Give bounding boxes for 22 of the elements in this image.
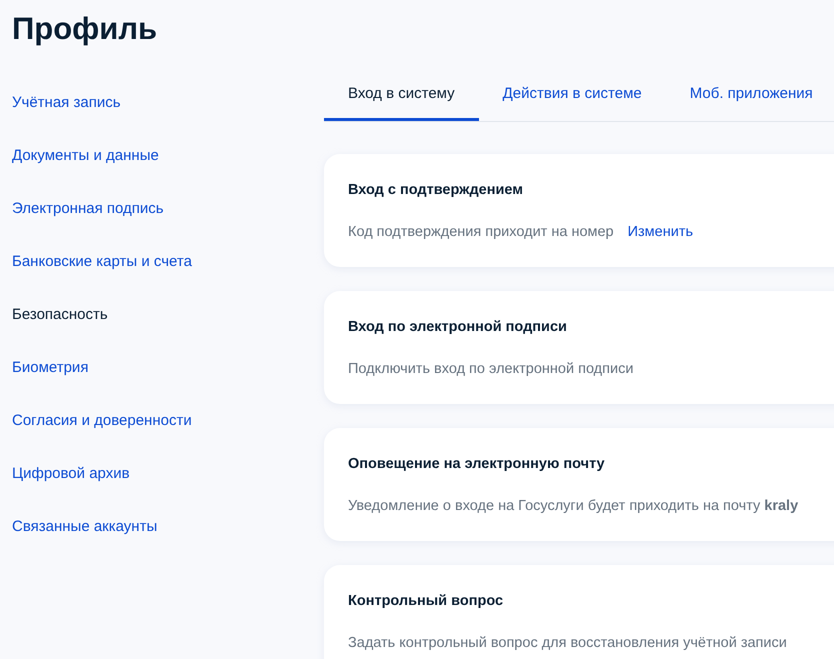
change-link[interactable]: Изменить [628, 222, 694, 244]
sidebar-item[interactable]: Безопасность [12, 300, 108, 353]
sidebar-item[interactable]: Цифровой архив [12, 459, 130, 512]
card-title: Оповещение на электронную почту [348, 455, 606, 474]
tab[interactable]: Моб. приложения [666, 71, 834, 121]
card-description: Подключить вход по электронной подписи [348, 360, 634, 379]
tab[interactable]: Действия в системе [478, 71, 666, 121]
sidebar-item[interactable]: Банковские карты и счета [12, 247, 192, 300]
sidebar-item[interactable]: Документы и данные [12, 141, 159, 194]
card-description: Код подтверждения приходит на номер [348, 222, 614, 242]
sidebar-item[interactable]: Биометрия [12, 353, 88, 406]
sidebar-item[interactable]: Электронная подпись [12, 194, 164, 247]
card-title: Вход с подтверждением [348, 181, 524, 200]
tab[interactable]: Вход в систему [324, 71, 479, 121]
page-title: Профиль [12, 10, 158, 48]
card-description: Уведомление о входе на Госуслуги будет приходить на почту kraly [348, 496, 798, 516]
card-description: Задать контрольный вопрос для восстановления учётной записи [348, 634, 787, 653]
card-title: Контрольный вопрос [348, 592, 504, 611]
card-title: Вход по электронной подписи [348, 318, 568, 337]
sidebar-item[interactable]: Согласия и доверенности [12, 406, 192, 459]
sidebar-item[interactable]: Связанные аккаунты [12, 512, 158, 565]
sidebar-item[interactable]: Учётная запись [12, 88, 121, 141]
